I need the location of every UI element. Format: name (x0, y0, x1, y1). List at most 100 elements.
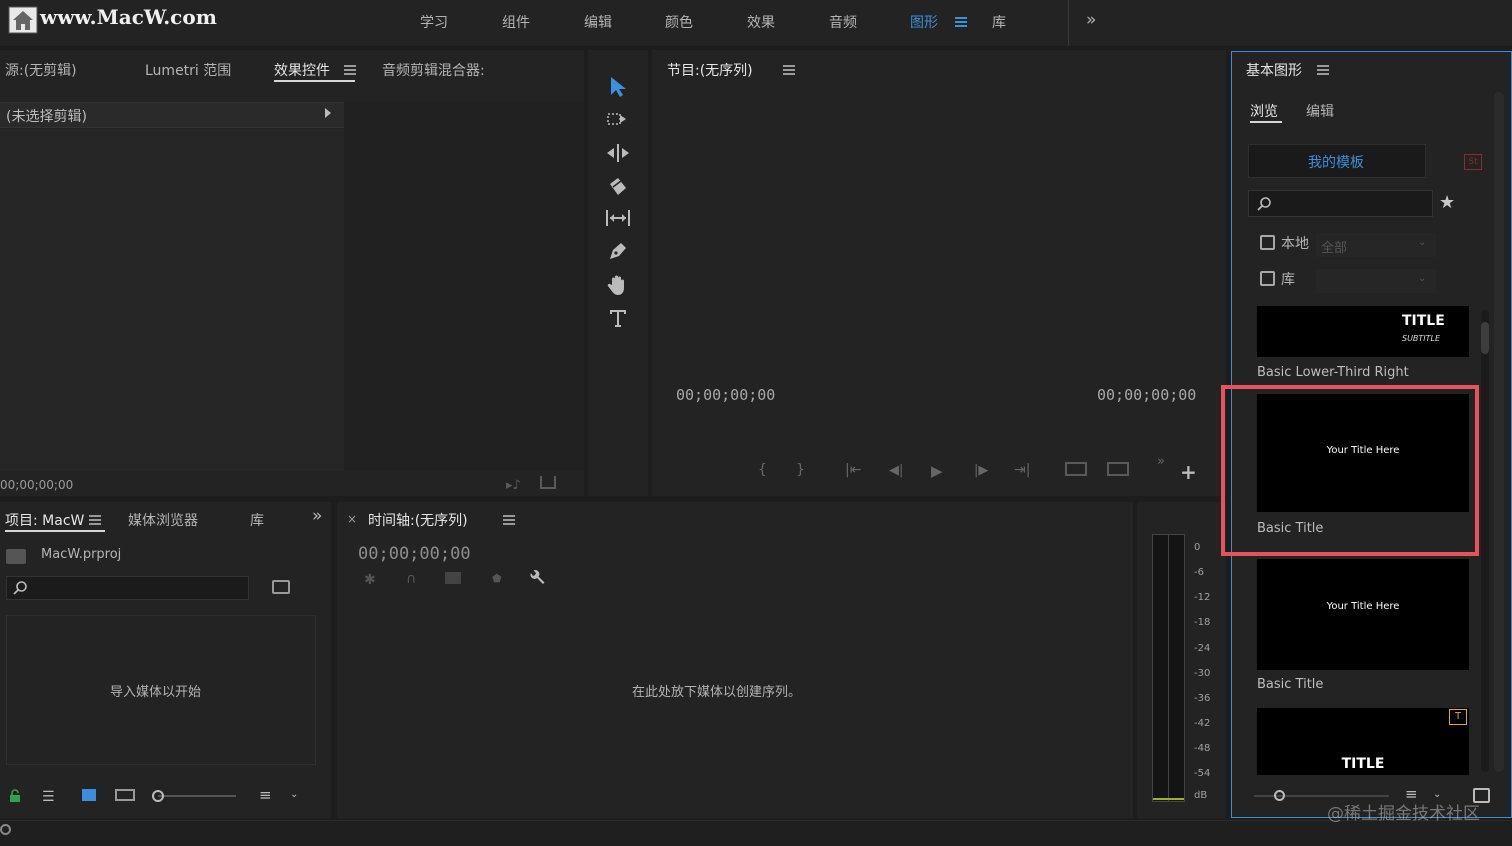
sort-icon[interactable]: ≡ (259, 786, 272, 804)
workspace-assembly[interactable]: 组件 (502, 12, 530, 32)
timeline-track-area[interactable] (337, 599, 1133, 818)
panel-menu-icon[interactable] (503, 515, 515, 525)
selection-tool-icon[interactable] (608, 76, 628, 98)
chevron-down-icon[interactable]: ⌄ (290, 789, 298, 800)
active-tab-underline (1250, 121, 1282, 123)
workspace-audio[interactable]: 音频 (829, 12, 857, 32)
linked-selection-icon[interactable] (445, 572, 461, 584)
snap-icon[interactable]: ✱ (364, 572, 376, 588)
library-checkbox[interactable] (1260, 271, 1275, 286)
tab-source[interactable]: 源:(无剪辑) (5, 60, 77, 80)
freeform-view-icon[interactable] (115, 789, 135, 801)
chevron-down-icon[interactable]: ⌄ (1418, 237, 1426, 248)
export-icon[interactable] (540, 476, 556, 489)
local-dropdown-value: 全部 (1321, 241, 1348, 256)
tab-browse[interactable]: 浏览 (1250, 101, 1278, 121)
step-back-icon[interactable]: ◀| (889, 463, 903, 478)
favorites-star-icon[interactable]: ★ (1439, 192, 1455, 213)
template-preview-subtitle: SUBTITLE (1402, 334, 1441, 343)
list-view-icon[interactable]: ☰ (42, 789, 55, 805)
tab-effect-controls[interactable]: 效果控件 (274, 60, 330, 80)
search-icon (1257, 197, 1271, 211)
status-bar (0, 820, 1512, 846)
panel-menu-icon[interactable] (1317, 65, 1329, 75)
mark-out-icon[interactable]: } (796, 462, 805, 478)
program-monitor-panel: 节目:(无序列) 00;00;00;00 00;00;00;00 { } |⇤ … (652, 50, 1226, 496)
workspace-graphics[interactable]: 图形 (910, 12, 938, 32)
tools-panel (588, 50, 648, 496)
tab-project[interactable]: 项目: MacW (5, 510, 84, 530)
tab-audio-clip-mixer[interactable]: 音频剪辑混合器: (382, 60, 485, 80)
play-audio-icon[interactable]: ▸♪ (506, 478, 521, 493)
panel-menu-icon[interactable] (89, 515, 101, 525)
timeline-timecode[interactable]: 00;00;00;00 (358, 544, 471, 564)
tab-media-browser[interactable]: 媒体浏览器 (128, 510, 198, 530)
workspace-learn[interactable]: 学习 (420, 12, 448, 32)
project-filename: MacW.prproj (41, 547, 122, 562)
workspace-libraries[interactable]: 库 (992, 12, 1006, 32)
panel-menu-icon[interactable] (783, 65, 795, 75)
thumbnail-size-slider-handle[interactable] (1274, 790, 1285, 801)
db-scale-label: -42 (1194, 718, 1211, 729)
effect-controls-body (0, 129, 344, 471)
lock-icon[interactable] (8, 789, 22, 803)
tab-lumetri-scopes[interactable]: Lumetri 范围 (145, 60, 231, 80)
program-title[interactable]: 节目:(无序列) (667, 60, 753, 80)
go-to-in-icon[interactable]: |⇤ (845, 462, 861, 478)
add-marker-icon[interactable]: ⬟ (492, 572, 502, 585)
adobe-stock-icon[interactable]: St (1464, 154, 1482, 170)
logo-text: www.MacW.com (40, 5, 217, 29)
local-checkbox[interactable] (1260, 235, 1275, 250)
step-forward-icon[interactable]: |▶ (974, 463, 988, 478)
wrench-icon[interactable] (528, 569, 546, 587)
db-scale-label: 0 (1194, 542, 1201, 553)
my-templates-label: 我的模板 (1308, 155, 1364, 171)
project-file-icon (6, 549, 26, 564)
type-tool-icon[interactable] (607, 307, 629, 329)
essential-graphics-title[interactable]: 基本图形 (1246, 60, 1302, 80)
template-list-scrollbar[interactable] (1481, 310, 1489, 772)
program-video-area (652, 90, 1226, 372)
pen-tool-icon[interactable] (607, 240, 629, 262)
workspace-editing[interactable]: 编辑 (584, 12, 612, 32)
template-thumbnail[interactable] (1257, 559, 1469, 670)
template-name[interactable]: Basic Lower-Third Right (1257, 365, 1409, 380)
tab-libraries[interactable]: 库 (250, 510, 264, 530)
add-button-icon[interactable]: + (1180, 460, 1197, 484)
hand-tool-icon[interactable] (607, 273, 629, 297)
more-workspaces-icon[interactable]: » (1086, 10, 1096, 30)
chevron-down-icon[interactable]: ⌄ (1418, 273, 1426, 284)
more-tabs-icon[interactable]: » (312, 506, 322, 526)
project-search-input[interactable] (6, 576, 249, 600)
template-name[interactable]: Basic Title (1257, 677, 1323, 692)
more-controls-icon[interactable]: » (1157, 454, 1165, 469)
ripple-edit-tool-icon[interactable] (605, 143, 631, 163)
lift-icon[interactable] (1065, 462, 1087, 476)
icon-view-icon[interactable] (82, 789, 96, 801)
magnet-icon[interactable]: ∩ (406, 571, 416, 587)
program-timecode-playhead[interactable]: 00;00;00;00 (676, 386, 775, 404)
extract-icon[interactable] (1107, 462, 1129, 476)
zoom-slider[interactable] (158, 795, 236, 797)
panel-scrollbar[interactable] (1494, 92, 1504, 772)
macw-logo: www.MacW.com (6, 4, 246, 34)
workspace-effects[interactable]: 效果 (747, 12, 775, 32)
play-icon[interactable]: ▶ (931, 462, 943, 480)
template-search-input[interactable] (1248, 190, 1433, 217)
expand-arrow-icon[interactable] (325, 108, 331, 118)
tab-edit[interactable]: 编辑 (1306, 101, 1334, 121)
workspace-menu-icon[interactable] (955, 17, 967, 27)
panel-menu-icon[interactable] (344, 65, 356, 75)
new-search-bin-icon[interactable] (272, 580, 290, 594)
slip-tool-icon[interactable] (604, 208, 632, 228)
mark-in-icon[interactable]: { (758, 462, 767, 478)
template-list-scroll-thumb[interactable] (1481, 322, 1489, 354)
zoom-slider-handle[interactable] (152, 790, 164, 802)
timeline-title[interactable]: 时间轴:(无序列) (368, 510, 468, 530)
go-to-out-icon[interactable]: ⇥| (1014, 462, 1030, 478)
close-icon[interactable]: × (347, 512, 357, 526)
razor-tool-icon[interactable] (607, 176, 629, 198)
track-select-tool-icon[interactable] (606, 110, 630, 130)
workspace-color[interactable]: 颜色 (665, 12, 693, 32)
divider (1068, 0, 1069, 46)
